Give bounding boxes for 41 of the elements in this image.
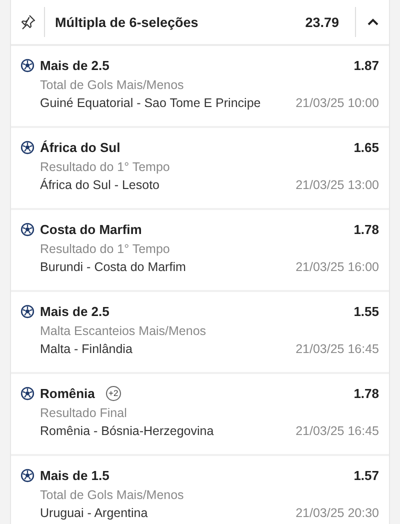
total-odds: 23.79 — [305, 14, 340, 30]
match-datetime: 21/03/25 16:00 — [296, 260, 379, 274]
selection-odds: 1.87 — [354, 58, 379, 72]
soccer-ball-icon — [20, 468, 35, 482]
soccer-ball-icon — [20, 222, 35, 236]
caret-icon — [366, 18, 378, 26]
selection-name: Mais de 2.5 — [40, 58, 110, 72]
selection-name: Mais de 2.5 — [40, 304, 110, 318]
match-name: Romênia - Bósnia-Herzegovina — [40, 424, 214, 438]
soccer-ball-icon — [20, 58, 35, 72]
pin-icon — [20, 14, 36, 30]
match-datetime: 21/03/25 13:00 — [296, 178, 379, 192]
match-name: Guiné Equatorial - Sao Tome E Principe — [40, 96, 261, 110]
selection-name: África do Sul — [40, 140, 120, 154]
extra-count-badge: +2 — [106, 386, 121, 400]
match-name: África do Sul - Lesoto — [40, 178, 160, 192]
market-name: Resultado do 1° Tempo — [39, 242, 171, 258]
market-name: Malta Escanteios Mais/Menos — [39, 324, 208, 340]
match-datetime: 21/03/25 20:30 — [296, 506, 379, 520]
bet-title: Múltipla de 6-seleções — [54, 14, 200, 30]
match-name: Malta - Finlândia — [40, 342, 132, 356]
selection-odds: 1.65 — [354, 140, 379, 154]
market-name: Total de Gols Mais/Menos — [39, 488, 185, 504]
match-datetime: 21/03/25 16:45 — [296, 424, 379, 438]
match-name: Burundi - Costa do Marfim — [40, 260, 186, 274]
soccer-ball-icon — [20, 386, 35, 400]
soccer-ball-icon — [20, 140, 35, 154]
selection-odds: 1.78 — [354, 222, 379, 236]
market-name: Resultado Final — [39, 406, 128, 422]
selection-odds: 1.78 — [354, 386, 379, 400]
selection-odds: 1.55 — [354, 304, 379, 318]
match-datetime: 21/03/25 16:45 — [296, 342, 379, 356]
market-name: Total de Gols Mais/Menos — [39, 78, 185, 94]
selection-name: Romênia — [40, 386, 95, 400]
match-name: Uruguai - Argentina — [40, 506, 148, 520]
selection-name: Costa do Marfim — [40, 222, 142, 236]
match-datetime: 21/03/25 10:00 — [296, 96, 379, 110]
selection-odds: 1.57 — [354, 468, 379, 482]
selection-name: Mais de 1.5 — [40, 468, 110, 482]
market-name: Resultado do 1° Tempo — [39, 160, 171, 176]
soccer-ball-icon — [20, 304, 35, 318]
